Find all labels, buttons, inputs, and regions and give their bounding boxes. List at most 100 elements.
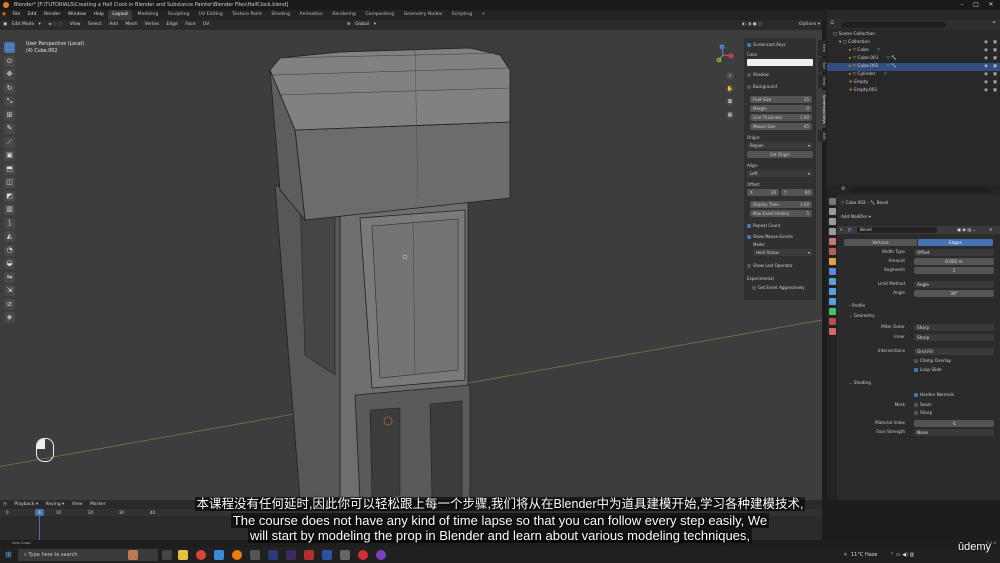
outliner-display-mode-icon[interactable]: ☰ <box>830 20 834 26</box>
outliner-item-cylinder[interactable]: ▸ ▽ Cylinder ▽ ◉ ▣ <box>827 71 1000 79</box>
modifier-properties-icon[interactable] <box>828 268 836 275</box>
blender-taskbar-icon[interactable] <box>232 550 242 560</box>
outliner-item-empty[interactable]: ✛ Empty ◉ ▣ <box>827 79 1000 87</box>
workspace-tab-layout[interactable]: Layout <box>108 10 133 20</box>
menu-edit[interactable]: Edit <box>25 10 40 20</box>
system-tray-icons[interactable]: ⌃ ▭ ◀) ▥ <box>890 550 914 560</box>
show-mouse-events-checkbox[interactable] <box>747 235 751 239</box>
object-properties-icon[interactable] <box>828 258 836 265</box>
task-view-icon[interactable] <box>162 550 172 560</box>
bevel-tool-icon[interactable]: ◩ <box>4 190 15 202</box>
particles-properties-icon[interactable] <box>828 278 836 285</box>
app-icon-2[interactable] <box>340 550 350 560</box>
repeat-count-checkbox[interactable] <box>747 224 751 228</box>
show-last-operator-checkbox[interactable] <box>747 264 751 268</box>
side-tab-item[interactable]: Item <box>818 40 826 56</box>
obs-icon[interactable] <box>376 550 386 560</box>
profile-panel-header[interactable]: › Profile <box>837 302 1000 310</box>
tool-properties-icon[interactable] <box>828 198 836 205</box>
select-mode-icons[interactable]: ◆ ◇ ▢ <box>45 20 65 30</box>
weather-text[interactable]: 11°C Haze <box>851 550 877 560</box>
background-checkbox[interactable] <box>747 85 751 89</box>
line-thickness-field[interactable]: Line Thickness 1.00 <box>750 114 812 121</box>
color-swatch[interactable] <box>747 59 813 66</box>
measure-tool-icon[interactable]: ⟋ <box>4 136 15 148</box>
premiere-icon[interactable] <box>286 550 296 560</box>
origin-dropdown[interactable]: Region ▾ <box>747 142 813 149</box>
mark-seam-toggle[interactable]: Seam <box>914 401 932 409</box>
get-event-aggressively-toggle[interactable]: Get Event Aggressively <box>752 284 818 291</box>
perspective-grid-icon[interactable]: ▦ <box>726 111 734 119</box>
rotate-tool-icon[interactable]: ↻ <box>4 82 15 94</box>
set-origin-button[interactable]: Set Origin <box>747 151 813 158</box>
display-time-field[interactable]: Display Time 3.00 <box>750 201 812 208</box>
render-properties-icon[interactable] <box>828 208 836 215</box>
minimize-icon[interactable]: – <box>955 0 969 10</box>
rip-region-tool-icon[interactable]: ◈ <box>4 312 15 323</box>
screencast-keys-toggle[interactable]: Screencast Keys <box>747 41 813 48</box>
outliner-filter-icon[interactable]: ⏷ <box>992 20 996 26</box>
world-properties-icon[interactable] <box>828 248 836 255</box>
timeline-editor-icon[interactable]: ◷ <box>0 502 10 507</box>
workspace-tab-shading[interactable]: Shading <box>267 10 294 20</box>
width-type-dropdown[interactable]: Offset <box>914 248 994 256</box>
shadow-checkbox[interactable] <box>747 73 751 77</box>
pan-hand-icon[interactable]: ✋ <box>726 85 734 93</box>
screencast-keys-checkbox[interactable] <box>747 43 751 47</box>
background-toggle[interactable]: Background <box>747 83 813 90</box>
add-modifier-button[interactable]: Add Modifier ▾ <box>837 213 1000 221</box>
viewport-menu-add[interactable]: Add <box>106 20 121 30</box>
material-properties-icon[interactable] <box>828 318 836 325</box>
remove-modifier-icon[interactable]: ✕ <box>989 226 993 234</box>
side-tab-screencast-keys[interactable]: Screencast Keys <box>818 90 826 128</box>
harden-normals-checkbox[interactable] <box>914 393 918 397</box>
properties-search-input[interactable] <box>851 187 991 193</box>
orientation-selector[interactable]: ⊕ Global ▾ <box>344 20 379 30</box>
loop-slide-toggle[interactable]: Loop Slide <box>837 366 1000 374</box>
side-tab-edit[interactable]: Edit <box>818 130 826 142</box>
loop-cut-tool-icon[interactable]: ▥ <box>4 204 15 215</box>
amount-field[interactable]: 0.001 m <box>914 257 994 265</box>
viewport-menu-select[interactable]: Select <box>85 20 105 30</box>
side-tab-view[interactable]: View <box>818 74 826 88</box>
mode-selector[interactable]: ▣ Edit Mode ▾ <box>0 20 44 30</box>
texture-properties-icon[interactable] <box>828 328 836 335</box>
timeline-menu-view[interactable]: View <box>69 502 86 507</box>
outliner-scene-collection[interactable]: ▢ Scene Collection <box>827 31 1000 39</box>
timeline-menu-keying[interactable]: Keying ▾ <box>43 502 68 507</box>
viewport-menu-uv[interactable]: UV <box>200 20 212 30</box>
workspace-tab-uv-editing[interactable]: UV Editing <box>195 10 227 20</box>
margin-field[interactable]: Margin 0 <box>750 105 812 112</box>
affect-vertices-button[interactable]: Vertices <box>844 238 917 246</box>
shrink-fatten-tool-icon[interactable]: ⇲ <box>4 285 15 296</box>
chrome-icon[interactable] <box>196 550 206 560</box>
get-event-aggressively-checkbox[interactable] <box>752 286 756 290</box>
properties-editor-icon[interactable]: ⚙ <box>841 186 845 192</box>
clamp-overlap-toggle[interactable]: Clamp Overlap <box>837 357 1000 365</box>
inset-tool-icon[interactable]: ◫ <box>4 177 15 188</box>
shading-panel-header[interactable]: ⌄ Shading <box>837 379 1000 387</box>
move-tool-icon[interactable]: ✥ <box>4 69 15 80</box>
harden-normals-toggle[interactable]: Harden Normals <box>837 391 1000 399</box>
offset-x-field[interactable]: X 20 <box>747 189 779 196</box>
smooth-tool-icon[interactable]: ◒ <box>4 258 15 269</box>
scene-properties-icon[interactable] <box>828 238 836 245</box>
substance-icon[interactable] <box>304 550 314 560</box>
add-cube-tool-icon[interactable]: ▣ <box>4 150 15 161</box>
workspace-tab-rendering[interactable]: Rendering <box>328 10 359 20</box>
align-dropdown[interactable]: Left ▾ <box>747 170 813 177</box>
side-tab-tool[interactable]: Tool <box>818 58 826 72</box>
blender-menu-icon[interactable]: ◉ <box>0 10 8 20</box>
outliner-item-cube-002[interactable]: ▸ ▽ Cube.002 ▽ 🔧 ◉ ▣ <box>827 63 1000 71</box>
knife-tool-icon[interactable]: ⟆ <box>4 217 15 229</box>
poly-build-tool-icon[interactable]: ◭ <box>4 231 15 242</box>
zoom-icon[interactable]: ⌕ <box>726 72 734 80</box>
modifier-visibility-icons[interactable]: ▣ ◉ ▤ ⌄ <box>957 226 976 234</box>
spin-tool-icon[interactable]: ◔ <box>4 244 15 256</box>
options-dropdown[interactable]: Options ▾ <box>799 20 820 30</box>
viewport-menu-view[interactable]: View <box>67 20 84 30</box>
font-size-field[interactable]: Font Size 35 <box>750 96 812 103</box>
mark-sharp-toggle[interactable]: Sharp <box>837 409 1000 417</box>
shadow-toggle[interactable]: Shadow <box>747 71 813 78</box>
show-last-operator-toggle[interactable]: Show Last Operator <box>747 262 813 269</box>
